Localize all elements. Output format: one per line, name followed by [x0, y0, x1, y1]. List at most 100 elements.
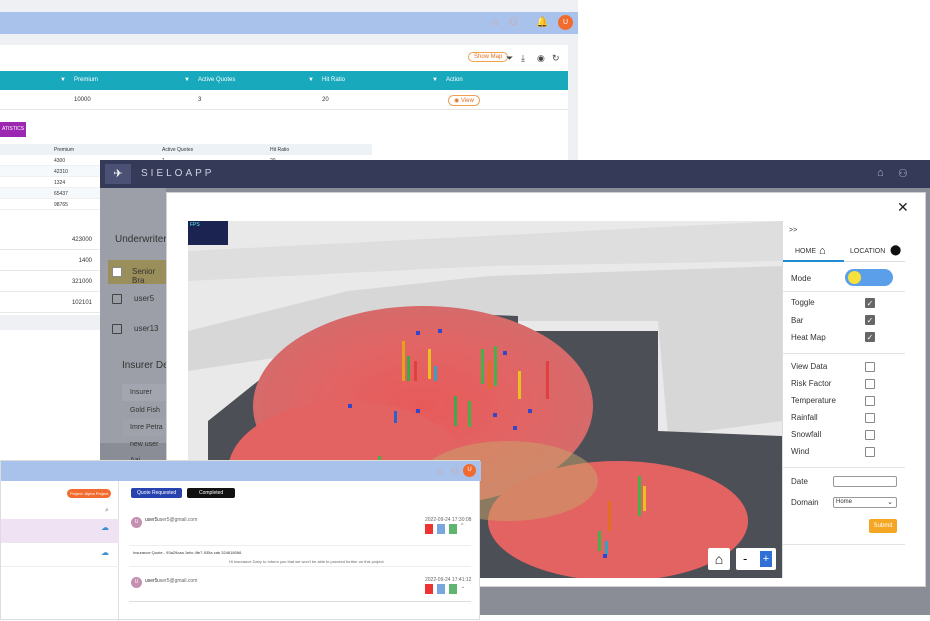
column-header: Action: [446, 77, 463, 83]
tab-label: HOME: [795, 248, 816, 255]
heatmap-checkbox[interactable]: ✓: [865, 332, 875, 342]
layer-label: Bar: [791, 316, 804, 325]
tab-label: LOCATION: [850, 248, 886, 255]
fps-panel: FPS: [188, 221, 228, 245]
list-item[interactable]: Senior Bra: [108, 260, 166, 285]
search-icon[interactable]: ⌕: [105, 507, 109, 515]
avatar[interactable]: U: [463, 464, 476, 477]
avatar: U: [131, 517, 142, 528]
list-item[interactable]: user5: [108, 288, 166, 310]
project-badge[interactable]: Project: Alpha Project: [67, 489, 112, 498]
date-input[interactable]: [833, 476, 897, 487]
insurer-name: Imre Petra: [130, 424, 163, 431]
home-icon[interactable]: ⌂: [437, 466, 442, 476]
value: 102101: [71, 300, 92, 306]
underwriter-name: Senior Bra: [132, 267, 156, 285]
statistics-button[interactable]: ATISTICS: [0, 122, 26, 137]
tab-location[interactable]: LOCATION ⬤: [844, 242, 905, 262]
row-checkbox[interactable]: [112, 294, 122, 304]
divider: [783, 291, 905, 292]
cell: 1324: [54, 180, 66, 186]
users-icon[interactable]: ⚇: [509, 17, 518, 28]
value: 321000: [71, 279, 92, 285]
chevron-up-icon[interactable]: ^: [461, 523, 463, 529]
list-item[interactable]: ☁: [1, 543, 119, 567]
column-header: Premium: [54, 147, 75, 153]
layer-label: Toggle: [791, 298, 815, 307]
step-completed: Completed: [187, 488, 236, 498]
arrow-icon: →: [175, 490, 180, 496]
mode-label: Mode: [791, 274, 812, 283]
insurer-name: Gold Fish: [130, 407, 160, 414]
list-item: 321000: [0, 271, 100, 292]
cell: 20: [322, 97, 329, 103]
underwriter-name: user5: [134, 294, 155, 303]
company-icon: ☁: [101, 548, 109, 557]
column-header: Active Quotes: [198, 77, 236, 83]
close-icon[interactable]: ✕: [897, 199, 909, 216]
filter-icon[interactable]: ▼: [184, 77, 190, 83]
sheet-icon[interactable]: [449, 524, 457, 534]
column-header: Hit Ratio: [322, 77, 346, 83]
message-date: 2022-09-24 17:30:08: [425, 517, 472, 523]
view-button[interactable]: ◉ View: [448, 95, 480, 106]
zoom-in-button[interactable]: +: [760, 551, 772, 567]
users-icon[interactable]: ⚇: [898, 167, 908, 180]
list-item[interactable]: ☁: [1, 519, 119, 543]
risk-factor-checkbox[interactable]: [865, 379, 875, 389]
row-checkbox[interactable]: [112, 324, 122, 334]
refresh-icon[interactable]: ↻: [552, 53, 560, 64]
list-item[interactable]: user13: [108, 318, 166, 340]
doc-icon[interactable]: [437, 524, 445, 534]
domain-select[interactable]: Home ⌄: [833, 497, 897, 508]
app-logo: SIELOAPP: [141, 168, 215, 179]
bar-checkbox[interactable]: ✓: [865, 315, 875, 325]
home-icon[interactable]: ⌂: [493, 17, 499, 28]
divider: [783, 544, 905, 545]
filter-icon[interactable]: ▼: [308, 77, 314, 83]
cell: 4300: [54, 158, 66, 164]
filter-icon[interactable]: ⏷: [506, 53, 513, 64]
view-data-checkbox[interactable]: [865, 362, 875, 372]
users-icon[interactable]: ⚇: [451, 466, 459, 477]
underwriters-title: Underwriter: [115, 234, 167, 245]
company-icon: ☁: [101, 523, 109, 532]
sub-table-header: Premium Active Quotes Hit Ratio: [0, 144, 372, 155]
table-header: ▼ Premium ▼ Active Quotes ▼ Hit Ratio ▼ …: [0, 71, 568, 90]
option-label: Snowfall: [791, 430, 822, 439]
domain-label: Domain: [791, 498, 819, 507]
pdf-icon[interactable]: [425, 524, 433, 534]
quote-window-topbar: ⌂ ⚇ U: [1, 461, 481, 481]
column-header: Premium: [74, 77, 99, 83]
filter-icon[interactable]: ▼: [60, 77, 66, 83]
zoom-out-button[interactable]: -: [743, 551, 747, 566]
filter-icon[interactable]: ▼: [432, 77, 438, 83]
chevron-down-icon[interactable]: ⌄: [461, 584, 465, 590]
home-icon[interactable]: ⌂: [877, 167, 884, 179]
home-icon: ⌂: [714, 551, 724, 567]
doc-icon[interactable]: [437, 584, 445, 594]
mode-toggle[interactable]: [845, 269, 893, 286]
pdf-icon[interactable]: [425, 584, 433, 594]
sheet-icon[interactable]: [449, 584, 457, 594]
wind-checkbox[interactable]: [865, 447, 875, 457]
home-view-button[interactable]: ⌂: [708, 548, 730, 570]
option-label: Wind: [791, 447, 810, 456]
snowfall-checkbox[interactable]: [865, 430, 875, 440]
fps-label: FPS: [190, 222, 200, 228]
avatar[interactable]: U: [558, 15, 573, 30]
divider: [783, 467, 905, 468]
expand-button[interactable]: >>: [789, 227, 797, 234]
tab-home[interactable]: HOME ⌂: [783, 242, 844, 262]
submit-button[interactable]: Submit: [869, 519, 897, 533]
rainfall-checkbox[interactable]: [865, 413, 875, 423]
row-checkbox[interactable]: [112, 267, 122, 277]
toggle-checkbox[interactable]: ✓: [865, 298, 875, 308]
home-icon: ⌂: [819, 245, 826, 257]
value-list: 423000 1400 321000 102101: [0, 229, 100, 313]
bell-icon[interactable]: 🔔: [536, 17, 548, 28]
download-icon[interactable]: ⤓: [521, 53, 525, 64]
show-map-button[interactable]: Show Map: [468, 52, 509, 62]
eye-icon[interactable]: ◉: [537, 53, 545, 64]
temperature-checkbox[interactable]: [865, 396, 875, 406]
